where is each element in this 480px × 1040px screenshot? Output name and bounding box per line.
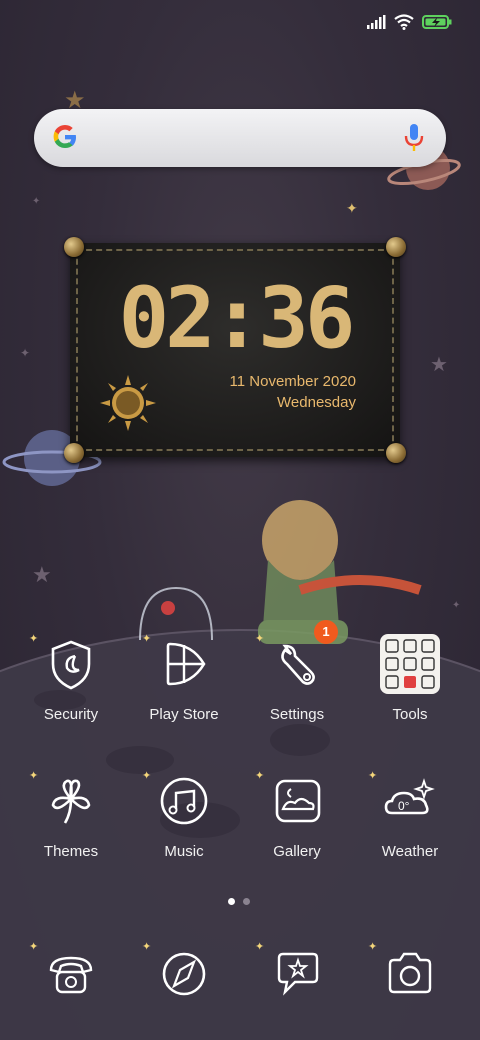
- clock-date: 11 November 2020: [229, 373, 356, 390]
- dock-browser[interactable]: ✦: [129, 940, 239, 1004]
- play-store-icon: ✦: [142, 632, 216, 696]
- app-label: Weather: [381, 843, 439, 860]
- dock-phone[interactable]: ✦: [16, 940, 126, 1004]
- app-label: Security: [43, 706, 99, 723]
- clover-icon: ✦: [29, 769, 103, 833]
- google-search-bar[interactable]: [34, 109, 446, 167]
- dock-camera[interactable]: ✦: [355, 940, 465, 1004]
- rivet-icon: [386, 237, 406, 257]
- app-play-store[interactable]: ✦ Play Store: [129, 632, 239, 723]
- weather-temp: 0°: [398, 799, 410, 813]
- gallery-icon: ✦: [255, 769, 329, 833]
- status-bar: [366, 10, 452, 34]
- app-label: Gallery: [273, 843, 321, 860]
- music-note-icon: ✦: [142, 769, 216, 833]
- app-tools[interactable]: Tools: [355, 632, 465, 723]
- sun-icon: [100, 375, 156, 431]
- tools-folder-icon: [378, 632, 442, 696]
- rivet-icon: [386, 443, 406, 463]
- clock-time: 02:36: [118, 269, 356, 367]
- app-security[interactable]: ✦ Security: [16, 632, 126, 723]
- weather-icon: ✦ 0°: [368, 769, 442, 833]
- app-settings[interactable]: ✦ Settings: [242, 632, 352, 723]
- clock-widget[interactable]: 02:36 11 November 2020 Wednesday: [64, 237, 406, 463]
- battery-charging-icon: [422, 15, 452, 29]
- signal-icon: [367, 15, 386, 29]
- microphone-icon[interactable]: [404, 123, 424, 153]
- app-music[interactable]: ✦ Music: [129, 769, 239, 860]
- clock-weekday: Wednesday: [277, 394, 356, 411]
- page-dot-active[interactable]: [228, 898, 235, 905]
- wifi-icon: [394, 14, 414, 30]
- google-icon: [53, 125, 76, 148]
- app-label: Tools: [392, 706, 428, 723]
- app-weather[interactable]: ✦ 0° Weather: [355, 769, 465, 860]
- app-gallery[interactable]: ✦ Gallery: [242, 769, 352, 860]
- browser-icon: ✦: [142, 940, 216, 1004]
- clock-date-block: 11 November 2020 Wednesday: [230, 371, 356, 413]
- page-dot[interactable]: [243, 898, 250, 905]
- shield-moon-icon: ✦: [29, 632, 103, 696]
- app-label: Settings: [269, 706, 325, 723]
- messages-icon: ✦: [255, 940, 329, 1004]
- phone-icon: ✦: [29, 940, 103, 1004]
- camera-icon: ✦: [368, 940, 442, 1004]
- page-indicator: [228, 898, 250, 905]
- rivet-icon: [64, 443, 84, 463]
- dock-messages[interactable]: ✦: [242, 940, 352, 1004]
- rivet-icon: [64, 237, 84, 257]
- app-themes[interactable]: ✦ Themes: [16, 769, 126, 860]
- app-label: Play Store: [149, 706, 219, 723]
- app-label: Music: [164, 843, 204, 860]
- app-label: Themes: [43, 843, 99, 860]
- notification-badge: 1: [314, 620, 338, 644]
